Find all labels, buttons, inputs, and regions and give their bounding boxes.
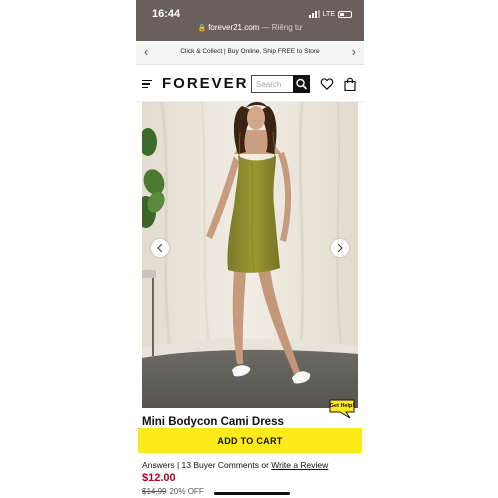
signal-icon: [308, 10, 320, 18]
phone-screen: 16:44 LTE 🔒 forever21.com — Riêng tư ‹ Cl…: [136, 0, 364, 498]
write-review-link[interactable]: Write a Review: [271, 460, 328, 470]
home-indicator[interactable]: [214, 492, 290, 495]
discount-badge: 20% OFF: [169, 487, 204, 496]
get-help-label: Get Help!: [329, 403, 355, 409]
status-time: 16:44: [152, 8, 181, 20]
search-icon: [296, 78, 307, 90]
menu-icon[interactable]: [142, 80, 152, 89]
chat-bubble-icon: [329, 399, 355, 419]
search-button[interactable]: [293, 75, 310, 93]
gallery-prev-button[interactable]: [151, 239, 169, 257]
search-input[interactable]: [251, 75, 293, 93]
get-help-button[interactable]: Get Help!: [328, 398, 358, 419]
status-indicators: LTE: [308, 10, 352, 18]
lock-icon: 🔒: [197, 25, 207, 32]
heart-icon[interactable]: [320, 77, 334, 91]
product-image[interactable]: [142, 102, 358, 408]
chevron-left-icon: [157, 243, 163, 253]
promo-next-chevron-icon[interactable]: ›: [352, 44, 356, 59]
url-privacy-label: — Riêng tư: [259, 23, 303, 32]
site-header: FOREVER 21: [136, 66, 364, 102]
add-to-cart-button[interactable]: ADD TO CART: [138, 428, 362, 453]
promo-text[interactable]: Click & Collect | Buy Online, Ship FREE …: [136, 48, 364, 55]
product-title: Mini Bodycon Cami Dress: [142, 416, 284, 428]
original-price: $14.99: [142, 487, 167, 496]
reviews-summary: Answers | 13 Buyer Comments or Write a R…: [142, 460, 328, 470]
url-domain: forever21.com: [208, 23, 260, 32]
network-label: LTE: [322, 10, 335, 18]
product-photo: [142, 102, 358, 408]
chevron-right-icon: [337, 243, 343, 253]
gallery-next-button[interactable]: [331, 239, 349, 257]
status-bar: 16:44 LTE 🔒 forever21.com — Riêng tư: [136, 0, 364, 41]
sale-price: $12.00: [142, 472, 176, 484]
url-bar[interactable]: 🔒 forever21.com — Riêng tư: [136, 23, 364, 32]
shopping-bag-icon[interactable]: [343, 77, 357, 91]
promo-banner: ‹ Click & Collect | Buy Online, Ship FRE…: [136, 41, 364, 65]
price-details: $14.99 20% OFF: [142, 487, 204, 496]
battery-icon: [338, 10, 352, 18]
answers-comments-text[interactable]: Answers | 13 Buyer Comments or: [142, 460, 271, 470]
